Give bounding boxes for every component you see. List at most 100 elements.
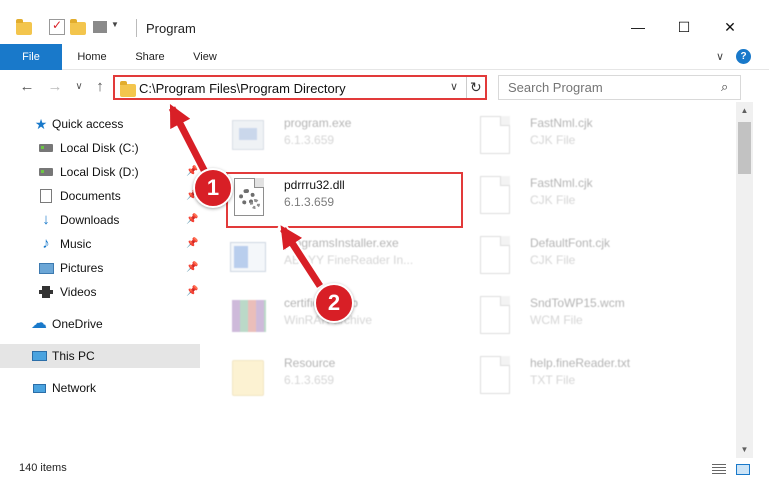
forward-arrow-icon[interactable]: → xyxy=(45,77,65,97)
address-bar[interactable]: C:\Program Files\Program Directory ∨ ↻ xyxy=(113,75,487,100)
network-icon xyxy=(31,380,47,396)
sidebar-item-network[interactable]: Network xyxy=(0,376,200,400)
title-divider xyxy=(136,19,137,37)
video-film-icon xyxy=(38,284,54,300)
step-1-badge: 1 xyxy=(193,168,233,208)
scroll-down-icon[interactable]: ▼ xyxy=(736,441,753,458)
sidebar-item-downloads[interactable]: ↓ Downloads 📌 xyxy=(0,208,200,232)
file-item-fastnml-cjk-2[interactable]: FastNml.cjk CJK File xyxy=(474,170,719,226)
window-title: Program xyxy=(146,21,196,36)
minimize-button[interactable]: — xyxy=(615,14,661,40)
blank-file-icon xyxy=(474,296,516,338)
file-item-help-finereader-txt[interactable]: help.fineReader.txt TXT File xyxy=(474,350,719,406)
address-path[interactable]: C:\Program Files\Program Directory xyxy=(139,81,346,96)
address-folder-icon xyxy=(120,81,136,97)
scroll-up-icon[interactable]: ▲ xyxy=(736,102,753,119)
sidebar-item-local-disk-c[interactable]: Local Disk (C:) xyxy=(0,136,200,160)
sidebar-item-onedrive[interactable]: ☁ OneDrive xyxy=(0,312,200,336)
pictures-icon xyxy=(38,260,54,276)
sidebar-item-pictures[interactable]: Pictures 📌 xyxy=(0,256,200,280)
maximize-button[interactable]: ☐ xyxy=(661,14,707,40)
file-list: program.exe 6.1.3.659 pdrrru32.dll 6.1.3… xyxy=(204,102,736,458)
highlight-box xyxy=(226,172,463,228)
installer-icon xyxy=(228,236,270,278)
file-item-program-exe[interactable]: program.exe 6.1.3.659 xyxy=(228,110,473,166)
file-name: program.exe xyxy=(284,116,352,130)
status-bar: 140 items xyxy=(0,458,769,480)
help-icon[interactable]: ? xyxy=(736,49,751,64)
sidebar-item-quick-access[interactable]: ★ Quick access xyxy=(0,112,200,136)
file-meta: ABBYY FineReader In... xyxy=(284,253,414,267)
up-arrow-icon[interactable]: ↑ xyxy=(90,77,110,97)
blank-file-icon xyxy=(474,236,516,278)
file-item-fastnml-cjk[interactable]: FastNml.cjk CJK File xyxy=(474,110,719,166)
sidebar-item-local-disk-d[interactable]: Local Disk (D:) 📌 xyxy=(0,160,200,184)
pin-icon[interactable]: 📌 xyxy=(186,256,198,280)
file-meta: CJK File xyxy=(530,133,576,147)
file-item-defaultfont-cjk[interactable]: DefaultFont.cjk CJK File xyxy=(474,230,719,286)
file-name: DefaultFont.cjk xyxy=(530,236,611,250)
large-icons-view-icon[interactable] xyxy=(736,464,750,475)
sidebar-item-label: Downloads xyxy=(60,213,120,227)
new-folder-icon[interactable] xyxy=(70,19,86,35)
sidebar-item-this-pc[interactable]: This PC xyxy=(0,344,200,368)
refresh-icon[interactable]: ↻ xyxy=(470,79,482,96)
disk-icon xyxy=(38,140,54,156)
sidebar-item-documents[interactable]: Documents 📌 xyxy=(0,184,200,208)
tab-share[interactable]: Share xyxy=(124,44,176,70)
file-name: FastNml.cjk xyxy=(530,116,593,130)
folder-icon[interactable] xyxy=(16,19,32,35)
navigation-bar: ← → ∨ ↑ C:\Program Files\Program Directo… xyxy=(0,72,769,102)
blank-file-icon xyxy=(474,116,516,158)
file-meta: 6.1.3.659 xyxy=(284,133,335,147)
sidebar-item-label: Local Disk (C:) xyxy=(60,141,139,155)
exe-icon xyxy=(228,116,270,158)
sidebar-item-label: OneDrive xyxy=(52,317,103,331)
close-button[interactable]: ✕ xyxy=(707,14,753,40)
computer-icon xyxy=(31,348,47,364)
view-toggle-icon[interactable] xyxy=(93,21,107,33)
folder-icon xyxy=(228,356,270,398)
search-input[interactable] xyxy=(499,76,709,99)
tab-home[interactable]: Home xyxy=(66,44,118,70)
pin-icon[interactable]: 📌 xyxy=(186,280,198,304)
pin-icon[interactable]: 📌 xyxy=(186,208,198,232)
file-name: programsInstaller.exe xyxy=(284,236,399,250)
file-meta: WCM File xyxy=(530,313,583,327)
pin-icon[interactable]: 📌 xyxy=(186,232,198,256)
details-view-icon[interactable] xyxy=(712,464,726,475)
sidebar-item-label: Documents xyxy=(60,189,121,203)
cab-archive-icon xyxy=(228,296,270,338)
sidebar-item-label: Music xyxy=(60,237,92,251)
sidebar-item-music[interactable]: ♪ Music 📌 xyxy=(0,232,200,256)
file-item-programs-installer-exe[interactable]: programsInstaller.exe ABBYY FineReader I… xyxy=(228,230,473,286)
search-box[interactable]: ⌕ xyxy=(498,75,741,100)
blank-file-icon xyxy=(474,176,516,218)
file-item-sndtowp15-wcm[interactable]: SndToWP15.wcm WCM File xyxy=(474,290,719,346)
address-divider xyxy=(466,77,467,98)
file-item-resource[interactable]: Resource 6.1.3.659 xyxy=(228,350,473,406)
file-meta: CJK File xyxy=(530,193,576,207)
documents-icon xyxy=(38,188,54,204)
address-dropdown-icon[interactable]: ∨ xyxy=(450,80,458,93)
tab-view[interactable]: View xyxy=(181,44,229,70)
sidebar-item-label: Local Disk (D:) xyxy=(60,165,139,179)
navigation-pane: ★ Quick access Local Disk (C:) Local Dis… xyxy=(0,102,200,458)
customize-dropdown-icon[interactable]: ▼ xyxy=(111,20,127,36)
expand-ribbon-icon[interactable]: ∨ xyxy=(716,50,724,63)
file-name: Resource xyxy=(284,356,336,370)
back-arrow-icon[interactable]: ← xyxy=(17,77,37,97)
disk-icon xyxy=(38,164,54,180)
sidebar-item-label: Quick access xyxy=(52,117,124,131)
file-meta: TXT File xyxy=(530,373,576,387)
sidebar-item-label: Network xyxy=(52,381,97,395)
scroll-thumb[interactable] xyxy=(738,122,751,174)
title-bar: ✓ ▼ Program — ☐ ✕ xyxy=(0,0,769,44)
recent-locations-icon[interactable]: ∨ xyxy=(72,77,86,97)
search-icon[interactable]: ⌕ xyxy=(721,79,728,95)
tab-file[interactable]: File xyxy=(0,44,62,70)
sidebar-item-videos[interactable]: Videos 📌 xyxy=(0,280,200,304)
ribbon-tabs: File Home Share View ∨ ? xyxy=(0,44,769,70)
vertical-scrollbar[interactable]: ▲ ▼ xyxy=(736,102,753,458)
properties-check-icon[interactable]: ✓ xyxy=(49,18,65,35)
